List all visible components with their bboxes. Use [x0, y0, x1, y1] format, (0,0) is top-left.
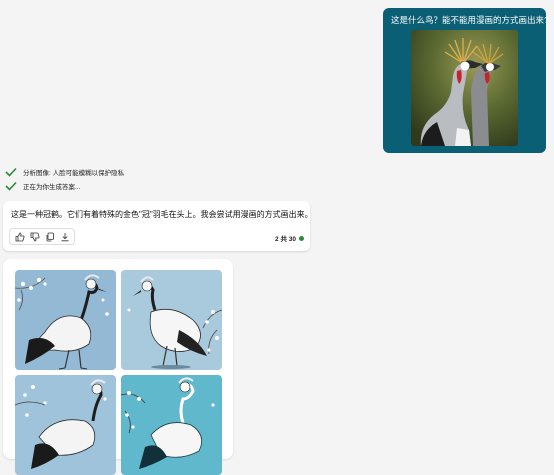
- check-icon: [5, 181, 17, 191]
- generated-images-gallery: [3, 259, 233, 475]
- status-text: 分析图像: 人脸可能模糊以保护隐私: [23, 170, 125, 177]
- status-generating: 正在为你生成答案...: [5, 180, 80, 192]
- generated-image[interactable]: [121, 375, 222, 475]
- response-page-indicator[interactable]: 2 共 30: [275, 233, 304, 243]
- thumbs-up-icon[interactable]: [14, 231, 26, 243]
- generated-image[interactable]: [121, 270, 222, 370]
- status-text: 正在为你生成答案...: [23, 184, 81, 191]
- reply-action-bar: [9, 228, 75, 245]
- status-dot-icon: [299, 235, 304, 241]
- generated-image[interactable]: [15, 270, 116, 370]
- generated-image[interactable]: [15, 375, 116, 475]
- copy-icon[interactable]: [44, 231, 56, 243]
- page-count-text: 2 共 30: [275, 236, 296, 243]
- thumbs-down-icon[interactable]: [29, 231, 41, 243]
- uploaded-photo[interactable]: [411, 30, 518, 146]
- user-message-text: 这是什么鸟？能不能用漫画的方式画出来?: [391, 15, 549, 25]
- user-message-bubble: 这是什么鸟？能不能用漫画的方式画出来?: [383, 8, 549, 153]
- check-icon: [5, 167, 17, 177]
- status-analyzing: 分析图像: 人脸可能模糊以保护隐私: [5, 166, 124, 178]
- reply-text: 这是一种冠鹤。它们有着特殊的金色"冠"羽毛在头上。我会尝试用漫画的方式画出来。: [11, 210, 313, 219]
- download-icon[interactable]: [59, 231, 71, 243]
- assistant-reply: 这是一种冠鹤。它们有着特殊的金色"冠"羽毛在头上。我会尝试用漫画的方式画出来。 …: [3, 201, 313, 251]
